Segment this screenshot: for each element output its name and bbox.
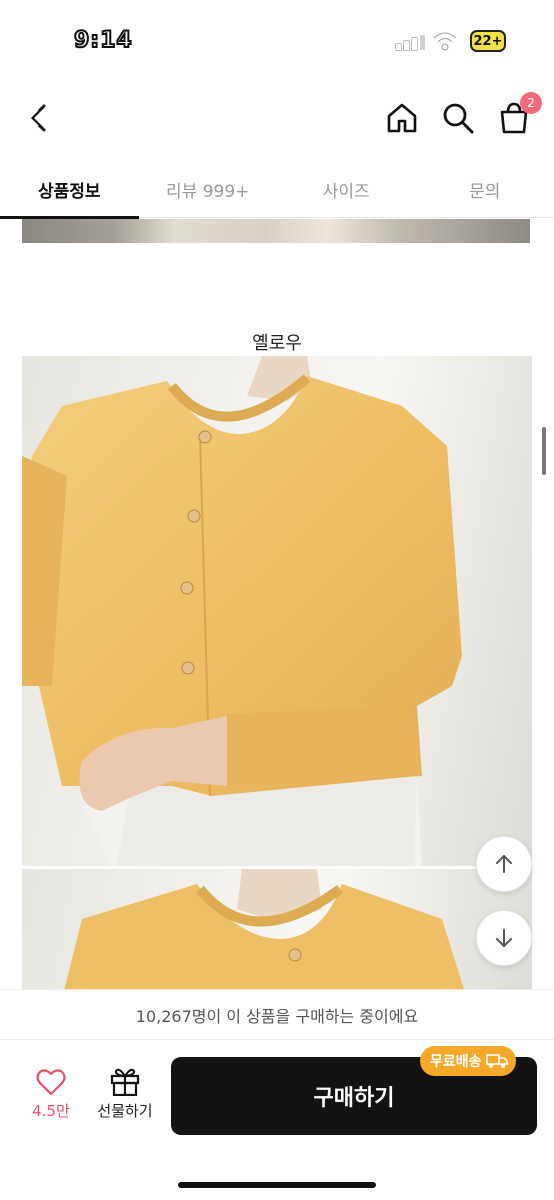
wishlist-button[interactable]: 4.5만 xyxy=(22,1068,80,1121)
tab-size[interactable]: 사이즈 xyxy=(277,160,416,218)
truck-icon xyxy=(485,1054,508,1068)
scrollbar[interactable] xyxy=(542,427,546,475)
product-photo-yellow-cardigan xyxy=(22,356,532,866)
wishlist-count: 4.5만 xyxy=(32,1102,70,1120)
arrow-down-icon xyxy=(496,929,512,947)
home-indicator xyxy=(178,1182,376,1188)
color-label: 옐로우 xyxy=(252,333,302,354)
gift-icon xyxy=(110,1068,140,1096)
cart-icon[interactable]: 2 xyxy=(494,92,542,138)
product-detail-content[interactable]: 옐로우 xyxy=(0,219,554,989)
product-tabs: 상품정보 리뷰 999+ 사이즈 문의 xyxy=(0,160,554,219)
cart-count-badge: 2 xyxy=(520,92,542,114)
tab-reviews[interactable]: 리뷰 999+ xyxy=(139,160,278,218)
back-icon[interactable] xyxy=(18,98,58,138)
search-icon[interactable] xyxy=(438,98,478,138)
buyers-count-notice: 10,267명이 이 상품을 구매하는 중이에요 xyxy=(0,989,554,1039)
status-time: 9:14 xyxy=(73,27,133,54)
previous-product-photo xyxy=(22,219,530,243)
product-photo-yellow-cardigan-2 xyxy=(22,869,532,989)
cellular-signal-icon xyxy=(395,34,425,51)
scroll-up-button[interactable] xyxy=(476,836,532,892)
home-icon[interactable] xyxy=(382,98,422,138)
gift-label: 선물하기 xyxy=(97,1102,153,1120)
scroll-down-button[interactable] xyxy=(476,910,532,966)
top-navigation: 2 xyxy=(0,80,554,160)
gift-button[interactable]: 선물하기 xyxy=(92,1066,158,1121)
free-shipping-badge: 무료배송 xyxy=(420,1046,516,1076)
status-bar: 9:14 22+ xyxy=(0,0,554,80)
wifi-icon xyxy=(432,31,458,51)
tab-inquiry[interactable]: 문의 xyxy=(416,160,554,218)
tab-product-info[interactable]: 상품정보 xyxy=(0,160,139,219)
heart-icon xyxy=(36,1069,66,1096)
free-shipping-label: 무료배송 xyxy=(430,1054,482,1070)
purchase-bar: 4.5만 선물하기 구매하기 무료배송 xyxy=(0,1039,554,1200)
battery-indicator: 22+ xyxy=(470,30,506,52)
arrow-up-icon xyxy=(496,855,512,873)
